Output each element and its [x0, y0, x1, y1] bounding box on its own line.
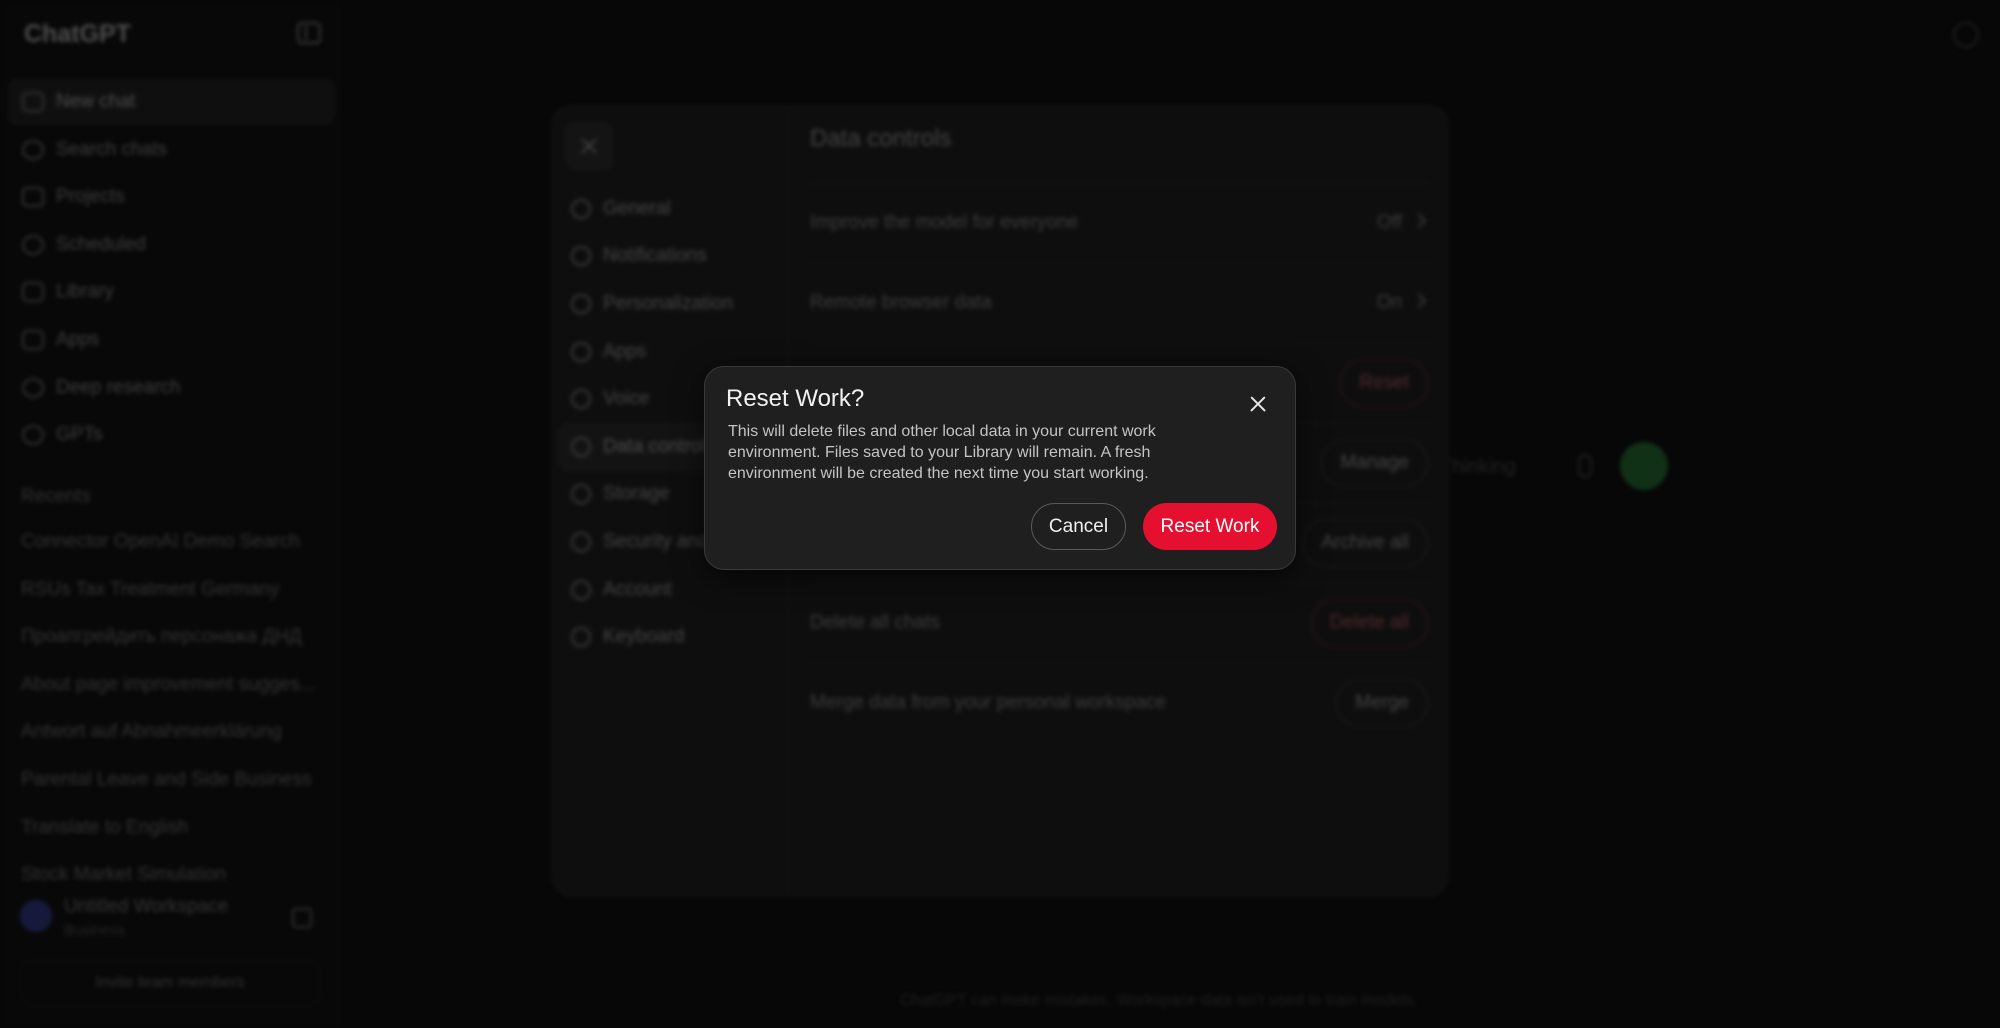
reset-work-button[interactable]: Reset Work	[1143, 503, 1277, 550]
dialog-body: This will delete files and other local d…	[728, 423, 1156, 482]
close-icon[interactable]	[1243, 389, 1273, 419]
cancel-button[interactable]: Cancel	[1031, 503, 1126, 550]
reset-work-dialog: Reset Work? This will delete files and o…	[704, 366, 1296, 570]
dialog-title: Reset Work?	[726, 385, 865, 412]
